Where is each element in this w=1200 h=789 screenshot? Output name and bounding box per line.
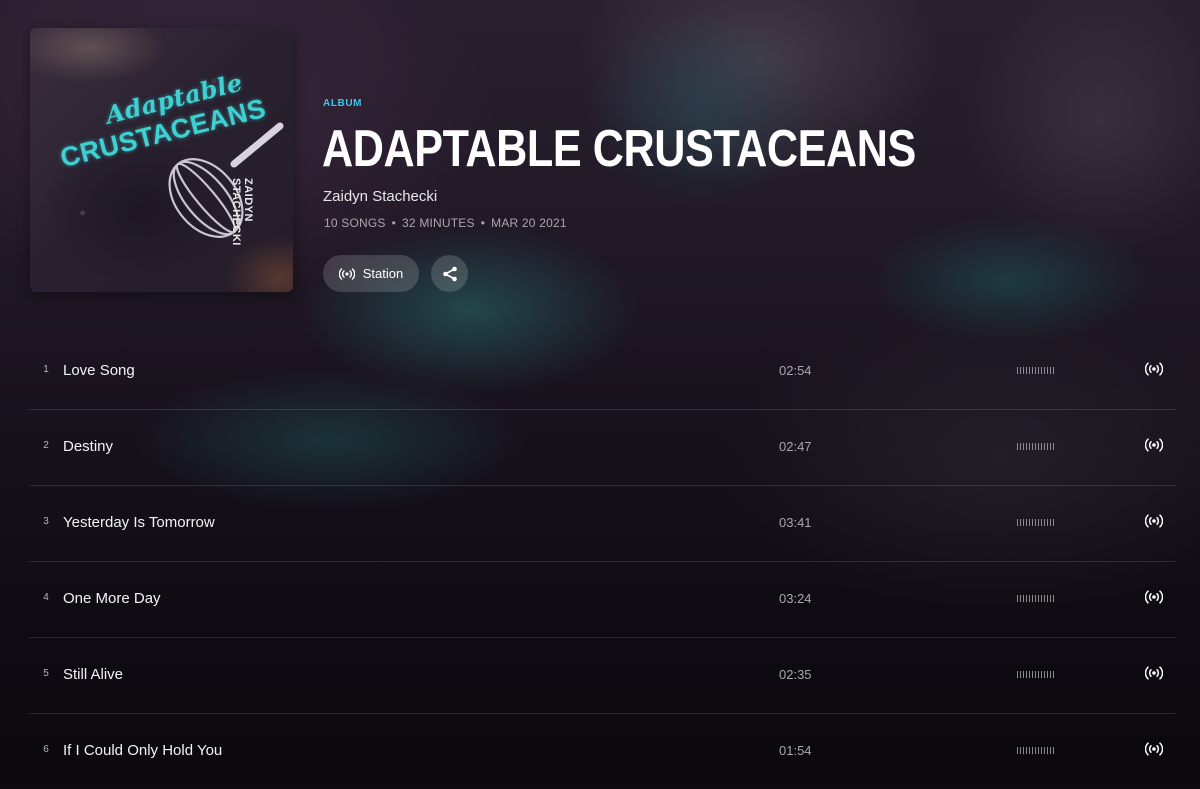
track-station-icon[interactable] — [1145, 666, 1163, 680]
track-number: 1 — [43, 364, 49, 375]
track-row[interactable]: 5 Still Alive 02:35 — [29, 638, 1175, 714]
track-number: 2 — [43, 440, 49, 451]
track-duration: 01:54 — [779, 743, 812, 758]
popularity-bars — [1017, 671, 1055, 678]
track-title[interactable]: Still Alive — [63, 666, 123, 683]
track-title[interactable]: Yesterday Is Tomorrow — [63, 514, 215, 531]
track-station-icon[interactable] — [1145, 590, 1163, 604]
share-button[interactable] — [431, 255, 468, 292]
track-station-icon[interactable] — [1145, 362, 1163, 376]
track-number: 5 — [43, 668, 49, 679]
album-header: Adaptable CRUSTACEANS ZAIDYN STACHECKI A… — [0, 0, 1200, 300]
track-duration: 02:47 — [779, 439, 812, 454]
track-title[interactable]: Love Song — [63, 362, 135, 379]
track-title[interactable]: If I Could Only Hold You — [63, 742, 222, 759]
track-number: 3 — [43, 516, 49, 527]
track-station-icon[interactable] — [1145, 742, 1163, 756]
meta-separator: • — [391, 216, 397, 230]
station-broadcast-icon — [338, 267, 355, 280]
popularity-bars — [1017, 747, 1055, 754]
popularity-bars — [1017, 519, 1055, 526]
share-icon — [442, 266, 457, 281]
track-row[interactable]: 2 Destiny 02:47 — [29, 410, 1175, 486]
track-duration: 03:41 — [779, 515, 812, 530]
album-cover-artist-text: ZAIDYN STACHECKI — [230, 178, 254, 246]
album-cover: Adaptable CRUSTACEANS ZAIDYN STACHECKI — [30, 28, 293, 292]
popularity-bars — [1017, 595, 1055, 602]
track-number: 6 — [43, 744, 49, 755]
station-button-label: Station — [362, 266, 404, 281]
station-button[interactable]: Station — [323, 255, 419, 292]
album-title: ADAPTABLE CRUSTACEANS — [322, 120, 916, 178]
album-kind-label: ALBUM — [323, 98, 363, 109]
album-duration: 32 MINUTES — [402, 216, 475, 230]
track-list: 1 Love Song 02:54 2 Destiny 02:47 3 Yest… — [29, 334, 1175, 789]
track-row[interactable]: 1 Love Song 02:54 — [29, 334, 1175, 410]
track-row[interactable]: 4 One More Day 03:24 — [29, 562, 1175, 638]
track-duration: 02:54 — [779, 363, 812, 378]
track-row[interactable]: 6 If I Could Only Hold You 01:54 — [29, 714, 1175, 789]
track-row[interactable]: 3 Yesterday Is Tomorrow 03:41 — [29, 486, 1175, 562]
release-date: MAR 20 2021 — [491, 216, 567, 230]
album-meta: 10 SONGS • 32 MINUTES • MAR 20 2021 — [324, 216, 567, 230]
artist-name[interactable]: Zaidyn Stachecki — [323, 188, 437, 205]
track-duration: 03:24 — [779, 591, 812, 606]
track-station-icon[interactable] — [1145, 438, 1163, 452]
meta-separator: • — [480, 216, 486, 230]
track-number: 4 — [43, 592, 49, 603]
song-count: 10 SONGS — [324, 216, 386, 230]
track-station-icon[interactable] — [1145, 514, 1163, 528]
popularity-bars — [1017, 367, 1055, 374]
track-title[interactable]: Destiny — [63, 438, 113, 455]
track-duration: 02:35 — [779, 667, 812, 682]
popularity-bars — [1017, 443, 1055, 450]
track-title[interactable]: One More Day — [63, 590, 161, 607]
